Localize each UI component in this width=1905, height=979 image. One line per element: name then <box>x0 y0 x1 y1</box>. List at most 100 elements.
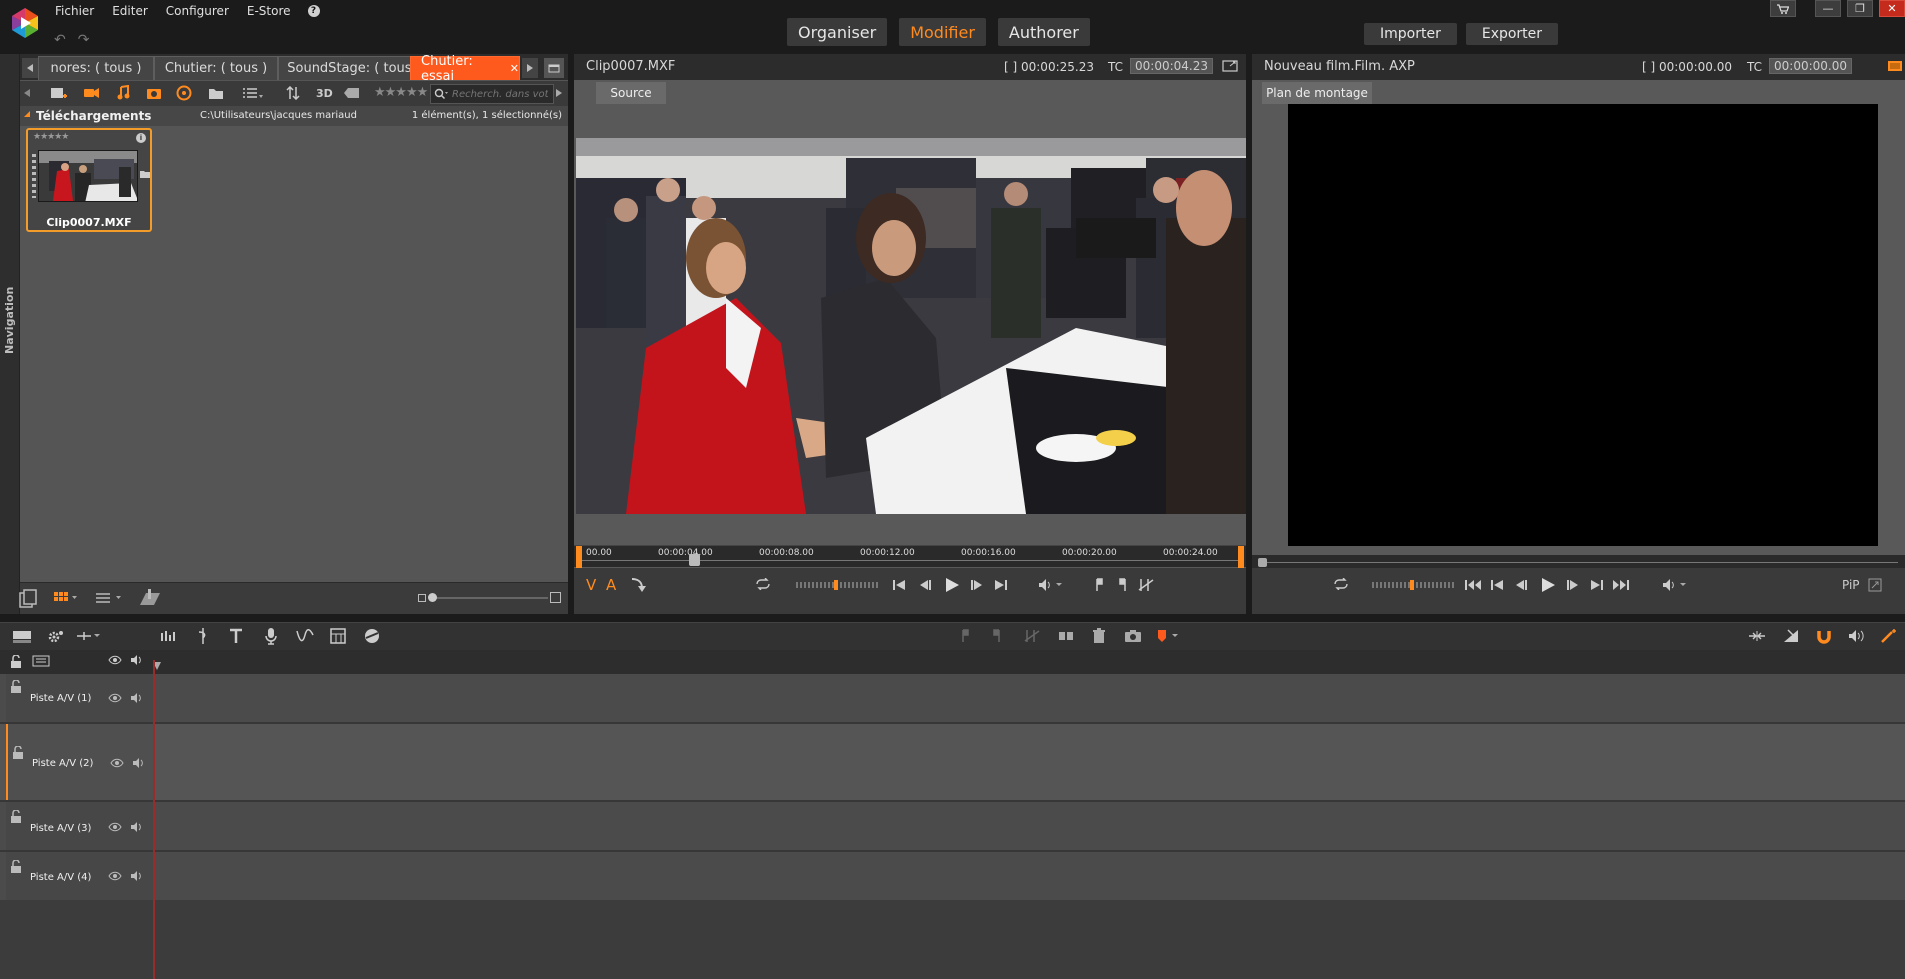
search-input[interactable] <box>452 88 548 100</box>
tab-soundstage-all[interactable]: SoundStage: ( tous ) <box>278 56 430 80</box>
motion-path-icon[interactable] <box>296 629 314 643</box>
play-icon[interactable] <box>944 576 960 594</box>
audio-mixer-icon[interactable] <box>160 629 178 643</box>
import-button[interactable]: Importer <box>1364 23 1457 45</box>
menu-estore[interactable]: E-Store <box>246 4 292 18</box>
list-view-icon[interactable] <box>242 86 264 100</box>
movie-shuttle-handle[interactable] <box>1410 580 1414 590</box>
clear-marks-icon[interactable] <box>1138 578 1154 592</box>
clip-thumbnail-card[interactable]: ★★★★★ i Clip0007.MXF <box>26 128 152 232</box>
track-visibility-icon[interactable] <box>108 693 122 703</box>
help-button[interactable]: ? <box>307 5 320 17</box>
project-filter-icon[interactable] <box>176 85 192 101</box>
step-back-icon[interactable] <box>918 578 932 592</box>
pin-panel-icon[interactable] <box>544 58 564 78</box>
mode-organiser-button[interactable]: Organiser <box>787 18 888 46</box>
audio-all-icon[interactable] <box>130 654 144 666</box>
timeline-monitor-tab[interactable]: Plan de montage <box>1262 82 1372 104</box>
track-audio-icon[interactable] <box>130 821 144 833</box>
close-icon[interactable]: ✕ <box>1879 0 1905 17</box>
go-to-end-icon[interactable] <box>994 578 1008 592</box>
pip-resize-icon[interactable] <box>1868 578 1882 592</box>
track-audio-icon[interactable] <box>130 692 144 704</box>
track-height-icon[interactable] <box>76 630 102 642</box>
shuttle-handle[interactable] <box>834 580 838 590</box>
timeline-playhead[interactable] <box>153 660 155 979</box>
visibility-all-icon[interactable] <box>108 655 122 665</box>
movie-go-to-start-icon[interactable] <box>1464 578 1482 592</box>
track-visibility-icon[interactable] <box>108 871 122 881</box>
timeline-track[interactable]: Piste A/V (1) <box>0 674 1905 724</box>
sort-icon[interactable] <box>286 86 306 100</box>
timeline-track[interactable]: Piste A/V (2) <box>0 724 1905 802</box>
clip-rating[interactable]: ★★★★★ <box>33 132 69 142</box>
timeline-track[interactable]: Piste A/V (4) <box>0 852 1905 902</box>
track-lock-icon[interactable] <box>10 680 22 694</box>
source-tab[interactable]: Source <box>596 82 666 104</box>
undo-icon[interactable]: ↶ <box>54 32 66 48</box>
track-list-icon[interactable] <box>32 655 50 667</box>
grid-view-icon[interactable] <box>54 592 78 604</box>
volume-icon[interactable] <box>1038 578 1064 592</box>
movie-fullscreen-icon[interactable] <box>1887 59 1903 73</box>
track-audio-icon[interactable] <box>132 757 146 769</box>
track-visibility-icon[interactable] <box>108 822 122 832</box>
menu-editer[interactable]: Editer <box>111 4 149 18</box>
mark-out-icon[interactable] <box>1118 578 1128 592</box>
movie-step-forward-icon[interactable] <box>1566 578 1580 592</box>
thumb-size-large-icon[interactable] <box>550 592 561 603</box>
rating-filter[interactable]: ★★★★★ <box>374 85 428 100</box>
menu-configurer[interactable]: Configurer <box>165 4 230 18</box>
lock-all-icon[interactable] <box>10 655 22 669</box>
go-to-start-icon[interactable] <box>892 578 906 592</box>
track-audio-icon[interactable] <box>130 870 144 882</box>
tab-close-icon[interactable]: ✕ <box>510 62 519 75</box>
audio-track-toggle[interactable]: A <box>606 576 616 594</box>
source-scrubber-handle[interactable] <box>688 554 700 566</box>
track-visibility-icon[interactable] <box>110 758 124 768</box>
corner-pin-icon[interactable] <box>138 589 162 607</box>
photo-filter-icon[interactable] <box>146 86 162 100</box>
movie-loop-icon[interactable] <box>1332 578 1350 590</box>
movie-next-edit-icon[interactable] <box>1590 578 1604 592</box>
minimize-icon[interactable]: — <box>1815 0 1841 17</box>
tab-bin-essai[interactable]: Chutier: essai ✕ <box>410 54 520 84</box>
send-to-timeline-icon[interactable] <box>630 576 648 592</box>
movie-prev-edit-icon[interactable] <box>1490 578 1504 592</box>
movie-play-icon[interactable] <box>1540 576 1556 594</box>
add-to-bin-icon[interactable] <box>50 85 68 101</box>
pip-button[interactable]: PiP <box>1842 578 1860 592</box>
movie-timecode[interactable]: 00:00:00.00 <box>1769 58 1852 74</box>
magnet-icon[interactable] <box>1816 628 1832 644</box>
tab-scroll-left-icon[interactable] <box>22 58 38 78</box>
magic-wand-icon[interactable] <box>1880 628 1898 644</box>
audio-preview-icon[interactable] <box>1848 629 1866 643</box>
restore-icon[interactable]: ❐ <box>1847 0 1873 17</box>
mark-in-handle[interactable] <box>576 546 582 568</box>
clip-info-icon[interactable]: i <box>136 133 146 143</box>
tab-bin-all[interactable]: Chutier: ( tous ) <box>154 56 278 80</box>
folder-icon[interactable] <box>208 86 224 100</box>
export-button[interactable]: Exporter <box>1465 23 1559 45</box>
razor-icon[interactable] <box>1058 630 1074 642</box>
movie-scrub-bar[interactable] <box>1252 555 1905 569</box>
redo-icon[interactable]: ↷ <box>78 32 90 48</box>
movie-go-to-end-icon[interactable] <box>1612 578 1630 592</box>
mode-authorer-button[interactable]: Authorer <box>997 18 1090 46</box>
track-lock-icon[interactable] <box>10 810 22 824</box>
details-view-icon[interactable] <box>96 592 122 604</box>
movie-volume-icon[interactable] <box>1662 578 1688 592</box>
toolbar-scroll-left-icon[interactable] <box>24 89 30 97</box>
video-track-toggle[interactable]: V <box>586 576 596 594</box>
delete-icon[interactable] <box>1092 628 1106 644</box>
movie-scrub-handle[interactable] <box>1258 558 1267 567</box>
source-time-ruler[interactable]: 00.00 00:00:04.00 00:00:08.00 00:00:12.0… <box>574 545 1246 568</box>
timeline-empty-area[interactable] <box>0 900 1905 979</box>
snapshot-icon[interactable] <box>1124 629 1142 643</box>
timeline-settings-icon[interactable] <box>12 629 32 645</box>
step-forward-icon[interactable] <box>970 578 984 592</box>
audio-filter-icon[interactable] <box>116 85 130 101</box>
title-editor-icon[interactable] <box>228 628 244 644</box>
track-lock-icon[interactable] <box>10 860 22 874</box>
source-timecode[interactable]: 00:00:04.23 <box>1130 58 1213 74</box>
